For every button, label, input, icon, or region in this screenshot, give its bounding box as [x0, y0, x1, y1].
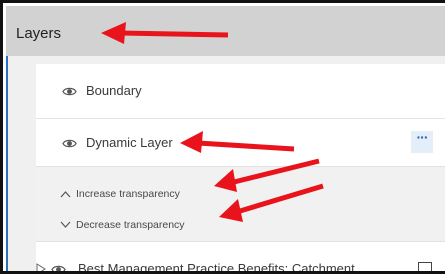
layer-list-panel: Boundary Dynamic Layer ··· Increase tran… [6, 56, 445, 274]
layer-checkbox[interactable] [418, 262, 432, 271]
layer-item-bmp-catchment[interactable]: Best Management Practice Benefits: Catch… [36, 243, 445, 274]
chevron-down-icon [60, 221, 71, 228]
layer-label: Dynamic Layer [86, 135, 173, 150]
layer-label: Boundary [86, 83, 142, 98]
eye-icon[interactable] [51, 262, 66, 274]
layer-options-button[interactable]: ··· [411, 130, 433, 153]
layer-item-boundary[interactable]: Boundary [36, 64, 445, 119]
screenshot-frame: Layers Boundary Dynamic Layer ··· Increa… [0, 0, 445, 274]
eye-icon[interactable] [62, 136, 77, 151]
layer-options-menu: Increase transparency Decrease transpare… [36, 166, 445, 242]
increase-transparency-label: Increase transparency [76, 188, 180, 200]
panel-header: Layers [6, 6, 445, 56]
triangle-right-icon[interactable] [36, 263, 46, 274]
eye-icon[interactable] [62, 84, 77, 99]
chevron-up-icon [60, 191, 71, 198]
layer-item-dynamic-layer[interactable]: Dynamic Layer ··· [36, 120, 445, 166]
panel-title: Layers [16, 25, 62, 42]
layer-list: Boundary Dynamic Layer ··· Increase tran… [36, 64, 445, 274]
decrease-transparency-label: Decrease transparency [76, 219, 185, 231]
layer-label: Best Management Practice Benefits: Catch… [78, 261, 355, 274]
